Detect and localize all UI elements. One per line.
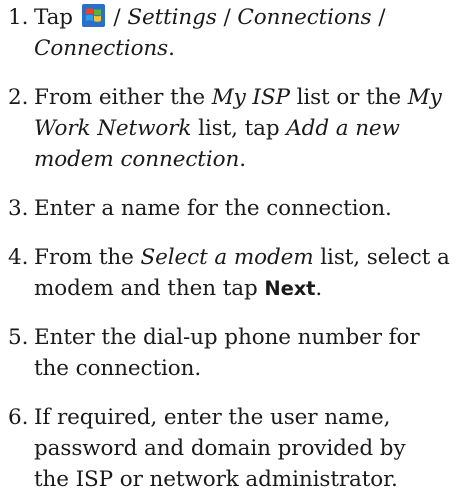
instruction-list: 1. Tap / Settings / Connections / Connec… <box>0 0 467 502</box>
step-text: Enter the dial-up phone number for the c… <box>34 325 420 381</box>
step-number: 6. <box>8 405 29 430</box>
step-text: Tap / Settings / Connections / Connectio… <box>34 4 386 61</box>
step-text: If required, enter the user name, passwo… <box>34 405 406 492</box>
step-number: 5. <box>8 325 29 350</box>
step-text: From either the My ISP list or the My Wo… <box>34 85 442 172</box>
windows-start-icon <box>81 4 105 27</box>
step-number: 4. <box>8 245 29 270</box>
step-number: 1. <box>8 5 29 30</box>
step-text: Enter a name for the connection. <box>34 196 392 221</box>
step-number: 2. <box>8 85 29 110</box>
step-text: From the Select a modem list, select a m… <box>34 245 450 301</box>
next-label: Next <box>264 277 316 300</box>
step-number: 3. <box>8 196 29 221</box>
